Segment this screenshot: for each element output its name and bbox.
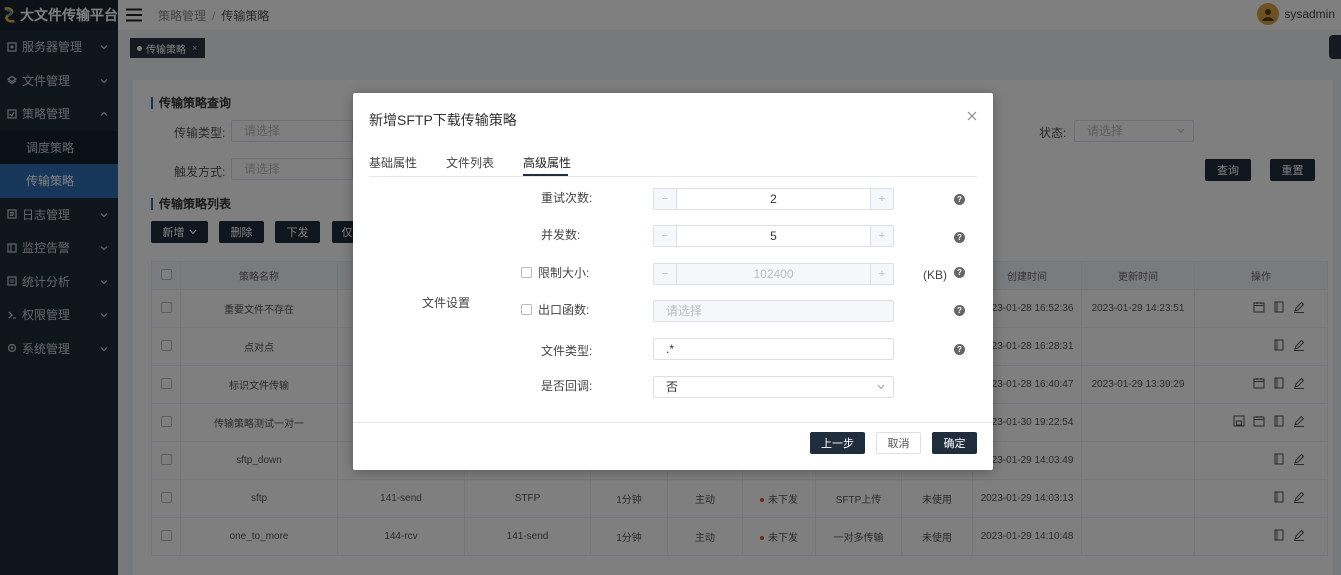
retry-count-label: 重试次数: <box>541 191 593 205</box>
retry-count-value[interactable]: 2 <box>677 192 870 206</box>
retry-count-stepper[interactable]: − 2 + <box>653 188 894 210</box>
dialog-footer-divider <box>353 422 993 423</box>
close-icon[interactable] <box>967 111 977 121</box>
help-icon[interactable]: ? <box>954 344 965 355</box>
concurrency-label: 并发数: <box>541 228 581 242</box>
decrement-button[interactable]: − <box>654 226 677 246</box>
help-icon[interactable]: ? <box>954 305 965 316</box>
previous-step-button[interactable]: 上一步 <box>810 432 865 454</box>
concurrency-stepper[interactable]: − 5 + <box>653 225 894 247</box>
increment-button: + <box>870 264 893 284</box>
file-type-input[interactable]: .* <box>653 338 894 360</box>
tab-basic-properties[interactable]: 基础属性 <box>369 154 417 171</box>
callback-select[interactable]: 否 <box>653 376 894 398</box>
dialog-title: 新增SFTP下载传输策略 <box>369 112 517 128</box>
callback-value: 否 <box>666 380 679 394</box>
decrement-button: − <box>654 264 677 284</box>
file-settings-label: 文件设置 <box>422 296 471 310</box>
size-limit-label: 限制大小: <box>521 264 589 281</box>
size-unit-label: (KB) <box>923 268 947 282</box>
cancel-button[interactable]: 取消 <box>876 432 921 454</box>
size-limit-label-text: 限制大小: <box>538 266 590 280</box>
decrement-button[interactable]: − <box>654 189 677 209</box>
increment-button[interactable]: + <box>870 189 893 209</box>
exit-function-placeholder: 请选择 <box>666 304 703 318</box>
help-icon[interactable]: ? <box>954 267 965 278</box>
tab-advanced-properties[interactable]: 高级属性 <box>523 154 571 171</box>
add-sftp-download-strategy-dialog: 新增SFTP下载传输策略 基础属性 文件列表 高级属性 文件设置 重试次数: −… <box>353 93 993 470</box>
help-icon[interactable]: ? <box>954 232 965 243</box>
exit-function-label: 出口函数: <box>521 301 589 318</box>
tab-file-list[interactable]: 文件列表 <box>446 154 494 171</box>
exit-function-label-text: 出口函数: <box>538 303 590 317</box>
file-type-value: .* <box>666 342 675 356</box>
concurrency-value[interactable]: 5 <box>677 229 870 243</box>
callback-label: 是否回调: <box>541 379 593 393</box>
size-limit-stepper: − 102400 + <box>653 263 894 285</box>
size-limit-value: 102400 <box>753 267 794 281</box>
dialog-tabs: 基础属性 文件列表 高级属性 <box>369 151 977 177</box>
exit-function-checkbox[interactable] <box>521 304 532 315</box>
chevron-down-icon <box>877 384 885 390</box>
file-type-label: 文件类型: <box>541 344 593 358</box>
active-tab-indicator <box>523 174 568 176</box>
exit-function-select: 请选择 <box>653 300 894 322</box>
increment-button[interactable]: + <box>870 226 893 246</box>
confirm-button[interactable]: 确定 <box>932 432 977 454</box>
size-limit-checkbox[interactable] <box>521 267 532 278</box>
help-icon[interactable]: ? <box>954 194 965 205</box>
